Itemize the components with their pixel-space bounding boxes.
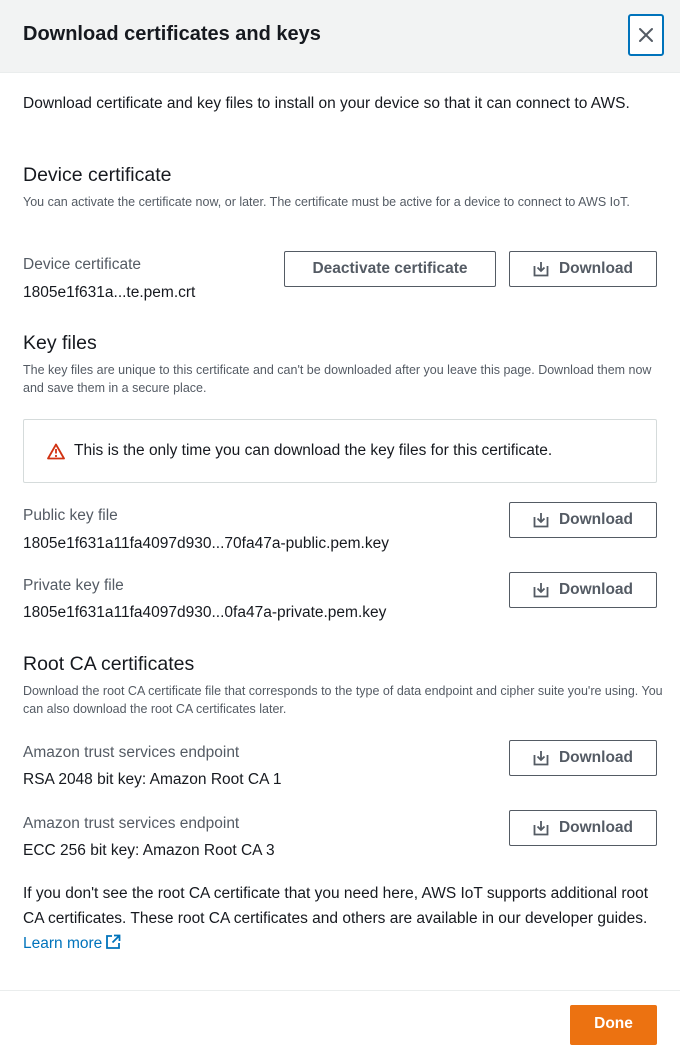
close-icon <box>639 28 653 42</box>
download-label: Download <box>558 511 634 528</box>
download-label: Download <box>558 260 634 277</box>
footer-divider <box>0 990 680 991</box>
deactivate-certificate-button[interactable]: Deactivate certificate <box>284 251 496 287</box>
download-root-ca-3-button[interactable]: Download <box>509 810 657 846</box>
download-public-key-button[interactable]: Download <box>509 502 657 538</box>
public-key-label: Public key file <box>23 507 118 524</box>
root-ca-item-label: Amazon trust services endpoint <box>23 744 240 761</box>
download-root-ca-1-button[interactable]: Download <box>509 740 657 776</box>
download-device-certificate-button[interactable]: Download <box>509 251 657 287</box>
warning-icon <box>47 443 65 460</box>
private-key-filename: 1805e1f631a11fa4097d930...0fa47a-private… <box>23 604 387 621</box>
done-button[interactable]: Done <box>570 1005 657 1045</box>
device-certificate-filename: 1805e1f631a...te.pem.crt <box>23 284 196 301</box>
key-files-heading: Key files <box>23 332 97 354</box>
download-icon <box>533 821 549 836</box>
root-ca-description: Download the root CA certificate file th… <box>23 684 663 716</box>
warning-alert-text: This is the only time you can download t… <box>74 442 553 459</box>
dialog-title: Download certificates and keys <box>23 23 321 45</box>
dialog-intro: Download certificate and key files to in… <box>23 95 630 112</box>
dialog-header: Download certificates and keys <box>0 0 680 73</box>
download-label: Download <box>558 581 634 598</box>
learn-more-link[interactable]: Learn more <box>23 934 121 952</box>
root-ca-item-label: Amazon trust services endpoint <box>23 815 240 832</box>
download-private-key-button[interactable]: Download <box>509 572 657 608</box>
close-button[interactable] <box>628 14 664 56</box>
root-ca-heading: Root CA certificates <box>23 653 195 675</box>
learn-more-label: Learn more <box>23 935 103 952</box>
warning-alert: This is the only time you can download t… <box>23 419 657 483</box>
download-icon <box>533 583 549 598</box>
external-link-icon <box>106 934 121 949</box>
download-label: Download <box>558 819 634 836</box>
deactivate-certificate-label: Deactivate certificate <box>312 260 468 277</box>
root-ca-footer-note: If you don't see the root CA certificate… <box>23 881 663 956</box>
device-certificate-label: Device certificate <box>23 256 142 273</box>
download-icon <box>533 262 549 277</box>
download-icon <box>533 751 549 766</box>
device-certificate-heading: Device certificate <box>23 164 172 186</box>
done-label: Done <box>594 1015 633 1032</box>
footer-note-text: If you don't see the root CA certificate… <box>23 885 649 927</box>
root-ca-item-value: RSA 2048 bit key: Amazon Root CA 1 <box>23 771 282 788</box>
public-key-filename: 1805e1f631a11fa4097d930...70fa47a-public… <box>23 535 389 552</box>
private-key-label: Private key file <box>23 577 124 594</box>
root-ca-item-value: ECC 256 bit key: Amazon Root CA 3 <box>23 842 275 859</box>
download-icon <box>533 513 549 528</box>
download-label: Download <box>558 749 634 766</box>
key-files-description: The key files are unique to this certifi… <box>23 363 652 395</box>
device-certificate-description: You can activate the certificate now, or… <box>23 195 630 209</box>
